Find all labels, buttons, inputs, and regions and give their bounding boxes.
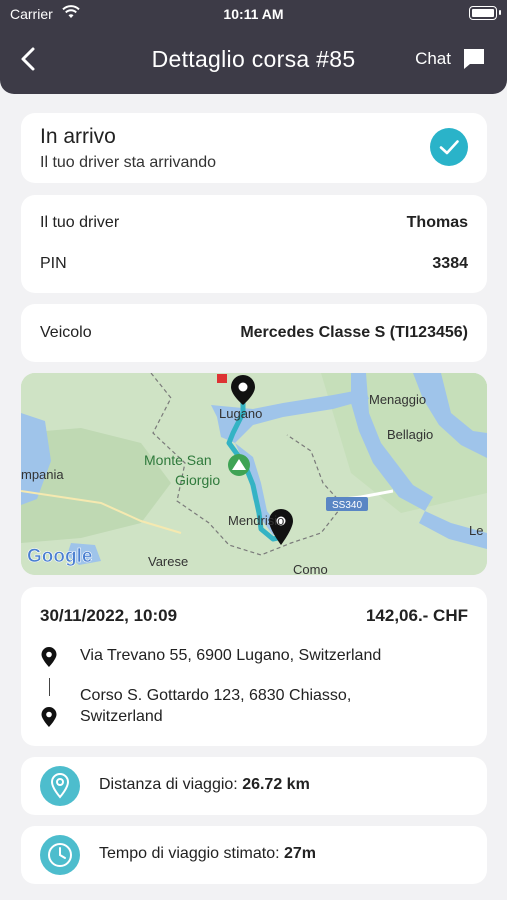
chat-bubble-icon (464, 49, 484, 69)
marker-flag (217, 374, 227, 383)
map-label-giorgio: Giorgio (175, 472, 220, 488)
map-label-mpania: mpania (21, 467, 64, 482)
distance-value: 26.72 km (242, 776, 310, 793)
map-label-lugano: Lugano (219, 406, 262, 421)
route-connector (49, 678, 50, 696)
driver-name: Thomas (406, 214, 468, 231)
status-bar: Carrier 10:11 AM (0, 0, 507, 28)
dropoff-pin-icon (41, 707, 57, 727)
map-label-como: Como (293, 562, 328, 575)
dropoff-address-line1: Corso S. Gottardo 123, 6830 Chiasso, (80, 687, 352, 704)
duration-value: 27m (283, 845, 317, 862)
battery-icon (469, 6, 501, 20)
distance-label: Distanza di viaggio: (99, 776, 243, 793)
duration-text: Tempo di viaggio stimato: 27m (99, 845, 316, 863)
map-label-bellagio: Bellagio (387, 427, 433, 442)
map-label-mendrisio: Mendrisio (228, 513, 284, 528)
distance-card: Distanza di viaggio: 26.72 km (21, 757, 487, 815)
clock: 10:11 AM (223, 6, 284, 22)
pin-label: PIN (40, 255, 67, 272)
dropoff-address-line2: Switzerland (80, 708, 163, 725)
driver-row: Il tuo driver Thomas (40, 214, 468, 232)
top-bar: Carrier 10:11 AM Dettaglio corsa #85 Cha… (0, 0, 507, 94)
trip-card: 30/11/2022, 10:09 142,06.- CHF Via Treva… (21, 587, 487, 746)
mountain-icon (228, 454, 250, 476)
vehicle-label: Veicolo (40, 324, 92, 341)
pickup-address: Via Trevano 55, 6900 Lugano, Switzerland (80, 647, 382, 664)
google-logo: Google (27, 546, 92, 567)
pin-row: PIN 3384 (40, 255, 468, 273)
trip-datetime: 30/11/2022, 10:09 (40, 606, 178, 625)
location-pin-icon (40, 766, 80, 806)
pickup-pin-icon (41, 647, 57, 667)
map-label-menaggio: Menaggio (369, 392, 426, 407)
clock-icon (40, 835, 80, 875)
road-label: SS340 (332, 500, 362, 511)
ride-status-subtitle: Il tuo driver sta arrivando (40, 154, 217, 171)
checkmark-icon (430, 128, 468, 166)
chat-label: Chat (415, 49, 451, 68)
vehicle-row: Veicolo Mercedes Classe S (TI123456) (40, 324, 468, 342)
duration-card: Tempo di viaggio stimato: 27m (21, 826, 487, 884)
map-label-varese: Varese (148, 554, 188, 569)
trip-header: 30/11/2022, 10:09 142,06.- CHF (40, 606, 468, 626)
trip-price: 142,06.- CHF (365, 606, 468, 625)
ride-status-title: In arrivo (40, 125, 116, 148)
vehicle-card: Veicolo Mercedes Classe S (TI123456) (21, 304, 487, 362)
route-map[interactable]: SS340 Lugano Menaggio Bellagio Mendrisio… (21, 373, 487, 575)
map-label-monte: Monte San (144, 452, 212, 468)
map-canvas: SS340 Lugano Menaggio Bellagio Mendrisio… (21, 373, 487, 575)
pin-value: 3384 (432, 255, 468, 272)
ride-status-card: In arrivo Il tuo driver sta arrivando (21, 113, 487, 183)
driver-card: Il tuo driver Thomas PIN 3384 (21, 195, 487, 293)
map-label-le: Le (469, 523, 483, 538)
driver-label: Il tuo driver (40, 214, 120, 231)
chat-button[interactable]: Chat (415, 46, 487, 72)
vehicle-value: Mercedes Classe S (TI123456) (240, 324, 468, 341)
duration-label: Tempo di viaggio stimato: (99, 845, 284, 862)
distance-text: Distanza di viaggio: 26.72 km (99, 776, 310, 794)
